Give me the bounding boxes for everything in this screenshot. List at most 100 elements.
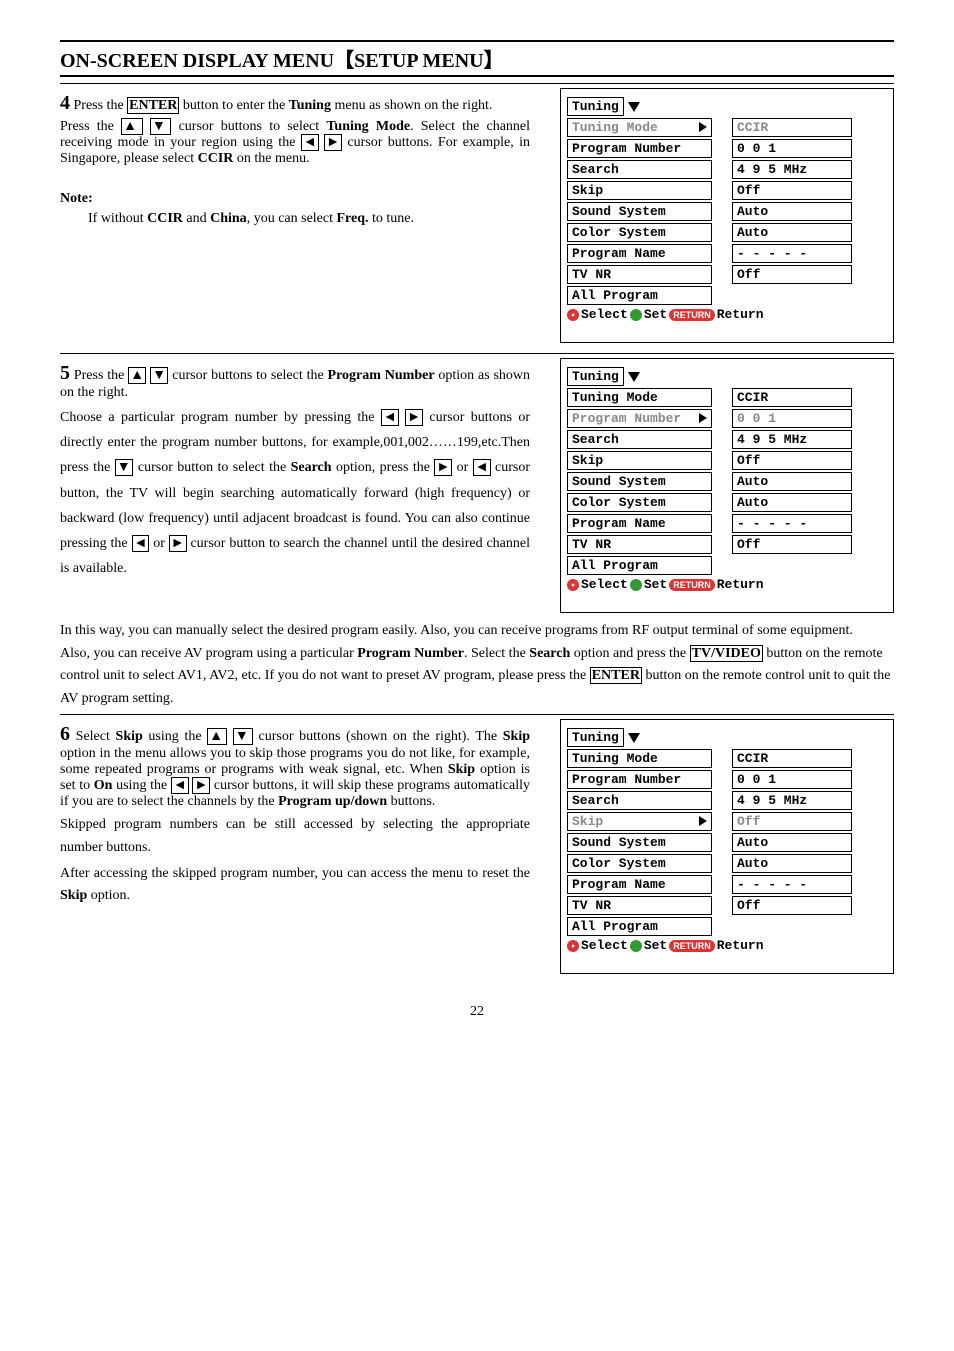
up-icon: ▲ xyxy=(128,367,146,384)
step5-extra-2: Also, you can receive AV program using a… xyxy=(60,643,894,710)
menu-item-label[interactable]: Tuning Mode xyxy=(567,388,712,407)
step4-row: 4 Press the ENTER button to enter the Tu… xyxy=(60,83,894,343)
menu-item-value: Off xyxy=(732,451,852,470)
menu-item-label[interactable]: Search xyxy=(567,160,712,179)
menu-row[interactable]: Tuning Mode CCIR xyxy=(567,118,887,137)
menu-footer: Select Set RETURNReturn xyxy=(567,577,887,592)
menu-item-value: Off xyxy=(732,265,852,284)
menu-row[interactable]: SkipOff xyxy=(567,181,887,200)
menu-item-label[interactable]: Program Number xyxy=(567,139,712,158)
select-icon xyxy=(567,309,579,321)
up-icon: ▲ xyxy=(207,728,227,745)
menu-title: Tuning xyxy=(567,367,624,386)
menu-item-value: CCIR xyxy=(732,749,852,768)
menu-footer: Select Set RETURNReturn xyxy=(567,938,887,953)
menu-item-label[interactable]: Program Name xyxy=(567,514,712,533)
menu-item-label[interactable]: Tuning Mode xyxy=(567,749,712,768)
menu-row[interactable]: All Program xyxy=(567,917,887,936)
enter-button-ref: ENTER xyxy=(127,97,179,114)
menu-row[interactable]: Color System Auto xyxy=(567,493,887,512)
menu-title: Tuning xyxy=(567,97,624,116)
menu-item-label[interactable]: All Program xyxy=(567,917,712,936)
menu-item-label[interactable]: Program Name xyxy=(567,875,712,894)
step6-row: 6 Select Skip using the ▲ ▼ cursor butto… xyxy=(60,714,894,974)
menu-row[interactable]: Program Name - - - - - xyxy=(567,514,887,533)
menu-row[interactable]: Tuning Mode CCIR xyxy=(567,388,887,407)
menu-row[interactable]: Color SystemAuto xyxy=(567,854,887,873)
menu-row[interactable]: Skip Off xyxy=(567,812,887,831)
menu-item-value: - - - - - xyxy=(732,514,852,533)
menu-row[interactable]: Color SystemAuto xyxy=(567,223,887,242)
menu-item-label[interactable]: Program Name xyxy=(567,244,712,263)
menu-row[interactable]: Search4 9 5 MHz xyxy=(567,160,887,179)
menu-item-value: Off xyxy=(732,812,852,831)
up-icon: ▲ xyxy=(121,118,143,135)
menu-row[interactable]: Program Name- - - - - xyxy=(567,875,887,894)
menu-row[interactable]: All Program xyxy=(567,556,887,575)
menu-row[interactable]: TV NROff xyxy=(567,535,887,554)
set-icon xyxy=(630,940,642,952)
page-title: ON-SCREEN DISPLAY MENU【SETUP MENU】 xyxy=(60,40,894,77)
set-icon xyxy=(630,579,642,591)
menu-item-label[interactable]: Sound System xyxy=(567,833,712,852)
menu-item-value: CCIR xyxy=(732,118,852,137)
menu-item-label[interactable]: TV NR xyxy=(567,265,712,284)
menu-item-value: Auto xyxy=(732,472,852,491)
enter-button-ref: ENTER xyxy=(590,667,642,684)
menu-row[interactable]: Program Number0 0 1 xyxy=(567,139,887,158)
menu-row[interactable]: TV NR Off xyxy=(567,265,887,284)
menu-item-label[interactable]: Skip xyxy=(567,181,712,200)
menu-item-label[interactable]: All Program xyxy=(567,556,712,575)
menu-panel-3: Tuning Tuning Mode CCIR Program Number0 0 1… xyxy=(560,719,894,974)
down-arrow-icon xyxy=(628,372,640,382)
menu-item-label[interactable]: Search xyxy=(567,430,712,449)
menu-item-label[interactable]: All Program xyxy=(567,286,712,305)
menu-item-label[interactable]: Tuning Mode xyxy=(567,118,712,137)
menu-row[interactable]: Program Number0 0 1 xyxy=(567,770,887,789)
menu-item-value: CCIR xyxy=(732,388,852,407)
select-icon xyxy=(567,579,579,591)
menu-row[interactable]: Program Number0 0 1 xyxy=(567,409,887,428)
menu-item-label[interactable]: Color System xyxy=(567,854,712,873)
return-pill: RETURN xyxy=(669,940,715,952)
left-icon: ◄ xyxy=(381,409,399,426)
menu-row[interactable]: Tuning Mode CCIR xyxy=(567,749,887,768)
menu-row[interactable]: Search4 9 5 MHz xyxy=(567,791,887,810)
step-number: 4 xyxy=(60,92,70,114)
menu-row[interactable]: All Program xyxy=(567,286,887,305)
menu-item-value: - - - - - xyxy=(732,244,852,263)
menu-item-value: Auto xyxy=(732,493,852,512)
menu-header: Tuning xyxy=(567,728,887,747)
menu-row[interactable]: TV NR Off xyxy=(567,896,887,915)
menu-item-label[interactable]: Color System xyxy=(567,223,712,242)
menu-item-label[interactable]: TV NR xyxy=(567,535,712,554)
menu-item-value: Off xyxy=(732,896,852,915)
menu-item-label[interactable]: Skip xyxy=(567,451,712,470)
menu-item-label[interactable]: Program Number xyxy=(567,409,712,428)
menu-item-label[interactable]: Skip xyxy=(567,812,712,831)
menu-row[interactable]: Program Name - - - - - xyxy=(567,244,887,263)
down-icon: ▼ xyxy=(150,367,168,384)
menu-item-label[interactable]: TV NR xyxy=(567,896,712,915)
menu-row[interactable]: Sound SystemAuto xyxy=(567,833,887,852)
menu-row[interactable]: Sound System Auto xyxy=(567,472,887,491)
menu-row[interactable]: Skip Off xyxy=(567,451,887,470)
menu-item-label[interactable]: Sound System xyxy=(567,472,712,491)
step4-text: 4 Press the ENTER button to enter the Tu… xyxy=(60,88,530,343)
menu-item-value: Auto xyxy=(732,202,852,221)
right-icon: ► xyxy=(169,535,187,552)
menu-title: Tuning xyxy=(567,728,624,747)
menu-row[interactable]: Sound System Auto xyxy=(567,202,887,221)
menu-item-label[interactable]: Color System xyxy=(567,493,712,512)
menu-item-label[interactable]: Program Number xyxy=(567,770,712,789)
return-pill: RETURN xyxy=(669,579,715,591)
left-icon: ◄ xyxy=(301,134,319,151)
left-icon: ◄ xyxy=(473,459,491,476)
menu-item-label[interactable]: Sound System xyxy=(567,202,712,221)
left-icon: ◄ xyxy=(171,777,189,794)
menu-item-label[interactable]: Search xyxy=(567,791,712,810)
step5-extra-1: In this way, you can manually select the… xyxy=(60,623,894,639)
down-icon: ▼ xyxy=(115,459,134,476)
right-icon: ► xyxy=(324,134,342,151)
menu-row[interactable]: Search4 9 5 MHz xyxy=(567,430,887,449)
